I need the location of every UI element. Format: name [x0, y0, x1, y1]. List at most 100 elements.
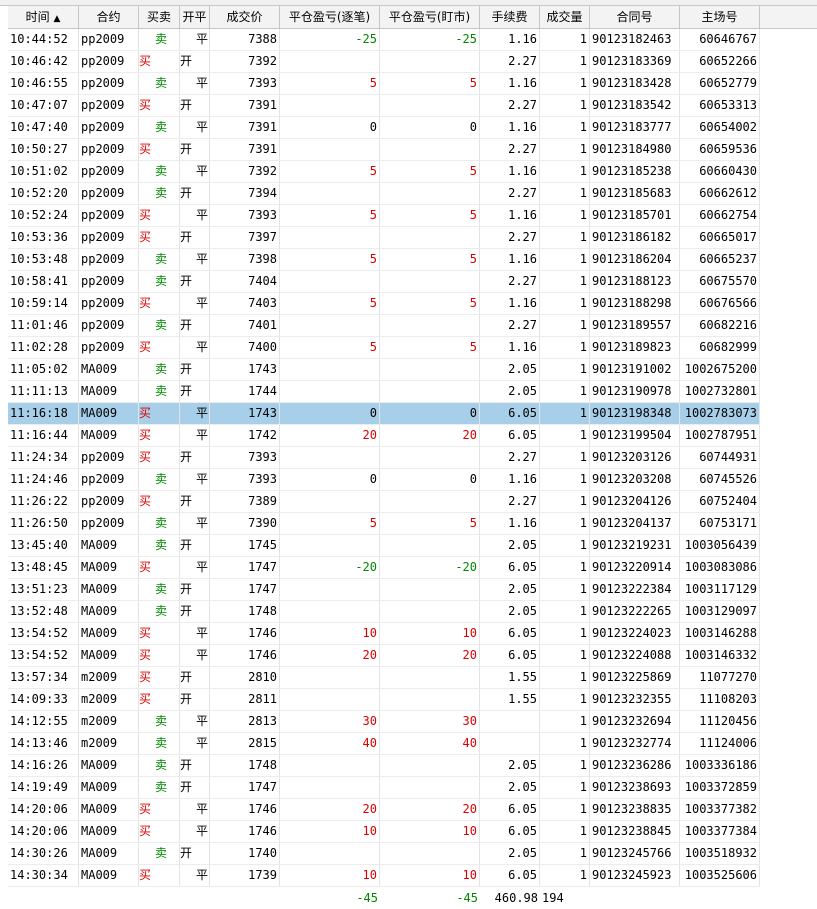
cell-buy-sell: 买 [139, 51, 180, 72]
col-header-volume[interactable]: 成交量 [540, 6, 590, 28]
table-row[interactable]: 10:58:41 pp2009 卖开 7404 2.27 1 90123188123 6067… [8, 271, 760, 293]
cell-match-no: 60752404 [680, 491, 760, 512]
side-label: 卖 [155, 252, 168, 266]
cell-contract-no: 90123186182 [590, 227, 680, 248]
side-label: 卖 [155, 186, 168, 200]
col-header-contract[interactable]: 合约 [79, 6, 139, 28]
col-header-open-close[interactable]: 开平 [180, 6, 210, 28]
cell-pl-mark [380, 315, 480, 336]
table-row[interactable]: 10:51:02 pp2009 卖平 7392 5 5 1.16 1 90123185238 60… [8, 161, 760, 183]
cell-time: 11:11:13 [8, 381, 79, 402]
cell-buy-sell: 买 [139, 293, 180, 314]
table-row[interactable]: 13:52:48 MA009 卖开 1748 2.05 1 90123222265 10031… [8, 601, 760, 623]
cell-time: 10:47:07 [8, 95, 79, 116]
cell-pl-mark: 5 [380, 205, 480, 226]
table-row[interactable]: 13:54:52 MA009 买平 1746 20 20 6.05 1 90123224088 1… [8, 645, 760, 667]
table-row[interactable]: 14:12:55 m2009 卖平 2813 30 30 1 90123232694 11120… [8, 711, 760, 733]
cell-fee: 2.05 [480, 843, 540, 864]
cell-contract: pp2009 [79, 205, 139, 226]
col-header-contract-no[interactable]: 合同号 [590, 6, 680, 28]
cell-open-close: 平 [180, 623, 210, 644]
table-row[interactable]: 10:47:07 pp2009 买 开 7391 2.27 1 90123183542 6065… [8, 95, 760, 117]
table-row[interactable]: 11:16:18 MA009 买平 1743 0 0 6.05 1 90123198348 100… [8, 403, 760, 425]
col-header-price[interactable]: 成交价 [210, 6, 280, 28]
table-row[interactable]: 13:57:34 m2009 买 开 2810 1.55 1 90123225869 11077… [8, 667, 760, 689]
open-close-label: 平 [196, 714, 209, 728]
cell-price: 2813 [210, 711, 280, 732]
cell-open-close: 开 [180, 381, 210, 402]
table-row[interactable]: 14:09:33 m2009 买 开 2811 1.55 1 90123232355 11108… [8, 689, 760, 711]
side-label: 买 [139, 824, 152, 838]
cell-price: 1748 [210, 601, 280, 622]
col-header-time[interactable]: 时间 ▲ [8, 6, 79, 28]
cell-fee: 2.05 [480, 755, 540, 776]
table-row[interactable]: 14:20:06 MA009 买平 1746 20 20 6.05 1 90123238835 1… [8, 799, 760, 821]
open-close-label: 开 [180, 450, 193, 464]
open-close-label: 平 [196, 164, 209, 178]
col-header-buy-sell[interactable]: 买卖 [139, 6, 180, 28]
cell-fee: 2.05 [480, 601, 540, 622]
table-row[interactable]: 11:16:44 MA009 买平 1742 20 20 6.05 1 90123199504 1… [8, 425, 760, 447]
table-row[interactable]: 10:46:42 pp2009 买 开 7392 2.27 1 90123183369 6065… [8, 51, 760, 73]
table-row[interactable]: 14:16:26 MA009 卖开 1748 2.05 1 90123236286 10033… [8, 755, 760, 777]
cell-pl-mark [380, 843, 480, 864]
table-row[interactable]: 13:54:52 MA009 买平 1746 10 10 6.05 1 90123224023 1… [8, 623, 760, 645]
table-row[interactable]: 10:52:24 pp2009 买平 7393 5 5 1.16 1 90123185701 60… [8, 205, 760, 227]
cell-buy-sell: 卖 [139, 777, 180, 798]
table-row[interactable]: 11:26:50 pp2009 卖平 7390 5 5 1.16 1 90123204137 60… [8, 513, 760, 535]
side-label: 卖 [155, 538, 168, 552]
cell-open-close: 平 [180, 73, 210, 94]
table-row[interactable]: 10:53:36 pp2009 买 开 7397 2.27 1 90123186182 6066… [8, 227, 760, 249]
cell-buy-sell: 买 [139, 425, 180, 446]
side-label: 买 [139, 868, 152, 882]
col-header-match-no[interactable]: 主场号 [680, 6, 760, 28]
table-row[interactable]: 13:45:40 MA009 卖开 1745 2.05 1 90123219231 10030… [8, 535, 760, 557]
table-row[interactable]: 10:46:55 pp2009 卖平 7393 5 5 1.16 1 90123183428 60… [8, 73, 760, 95]
table-row[interactable]: 10:44:52 pp2009 卖平 7388 -25 -25 1.16 1 901231824… [8, 29, 760, 51]
cell-contract: MA009 [79, 557, 139, 578]
table-row[interactable]: 11:24:46 pp2009 卖平 7393 0 0 1.16 1 90123203208 60… [8, 469, 760, 491]
table-row[interactable]: 11:05:02 MA009 卖开 1743 2.05 1 90123191002 10026… [8, 359, 760, 381]
cell-contract: pp2009 [79, 29, 139, 50]
cell-match-no: 60646767 [680, 29, 760, 50]
table-row[interactable]: 11:01:46 pp2009 卖开 7401 2.27 1 90123189557 6068… [8, 315, 760, 337]
table-row[interactable]: 13:48:45 MA009 买平 1747 -20 -20 6.05 1 9012322091… [8, 557, 760, 579]
cell-buy-sell: 卖 [139, 601, 180, 622]
cell-contract: pp2009 [79, 73, 139, 94]
table-row[interactable]: 14:30:34 MA009 买平 1739 10 10 6.05 1 90123245923 1… [8, 865, 760, 887]
cell-contract-no: 90123183428 [590, 73, 680, 94]
col-header-pl-mark[interactable]: 平仓盈亏(盯市) [380, 6, 480, 28]
table-row[interactable]: 14:20:06 MA009 买平 1746 10 10 6.05 1 90123238845 1… [8, 821, 760, 843]
table-row[interactable]: 11:26:22 pp2009 买 开 7389 2.27 1 90123204126 6075… [8, 491, 760, 513]
table-row[interactable]: 14:19:49 MA009 卖开 1747 2.05 1 90123238693 10033… [8, 777, 760, 799]
cell-buy-sell: 买 [139, 95, 180, 116]
col-header-pl-trade[interactable]: 平仓盈亏(逐笔) [280, 6, 380, 28]
cell-volume: 1 [540, 51, 590, 72]
cell-open-close: 平 [180, 821, 210, 842]
table-row[interactable]: 10:50:27 pp2009 买 开 7391 2.27 1 90123184980 6065… [8, 139, 760, 161]
table-row[interactable]: 14:30:26 MA009 卖开 1740 2.05 1 90123245766 10035… [8, 843, 760, 865]
cell-contract-no: 90123183369 [590, 51, 680, 72]
cell-contract-no: 90123220914 [590, 557, 680, 578]
table-row[interactable]: 11:11:13 MA009 卖开 1744 2.05 1 90123190978 10027… [8, 381, 760, 403]
cell-price: 2815 [210, 733, 280, 754]
cell-open-close: 平 [180, 161, 210, 182]
cell-contract: MA009 [79, 425, 139, 446]
cell-pl-trade [280, 601, 380, 622]
cell-volume: 1 [540, 513, 590, 534]
cell-match-no: 60753171 [680, 513, 760, 534]
col-header-fee[interactable]: 手续费 [480, 6, 540, 28]
table-row[interactable]: 10:59:14 pp2009 买平 7403 5 5 1.16 1 90123188298 60… [8, 293, 760, 315]
table-row[interactable]: 14:13:46 m2009 卖平 2815 40 40 1 90123232774 11124… [8, 733, 760, 755]
table-row[interactable]: 10:52:20 pp2009 卖开 7394 2.27 1 90123185683 6066… [8, 183, 760, 205]
table-row[interactable]: 11:02:28 pp2009 买平 7400 5 5 1.16 1 90123189823 60… [8, 337, 760, 359]
cell-pl-trade [280, 667, 380, 688]
table-row[interactable]: 11:24:34 pp2009 买 开 7393 2.27 1 90123203126 6074… [8, 447, 760, 469]
table-row[interactable]: 10:47:40 pp2009 卖平 7391 0 0 1.16 1 90123183777 60… [8, 117, 760, 139]
open-close-label: 开 [180, 274, 193, 288]
table-row[interactable]: 10:53:48 pp2009 卖平 7398 5 5 1.16 1 90123186204 60… [8, 249, 760, 271]
table-row[interactable]: 13:51:23 MA009 卖开 1747 2.05 1 90123222384 10031… [8, 579, 760, 601]
cell-open-close: 开 [180, 95, 210, 116]
cell-volume: 1 [540, 249, 590, 270]
cell-time: 10:44:52 [8, 29, 79, 50]
